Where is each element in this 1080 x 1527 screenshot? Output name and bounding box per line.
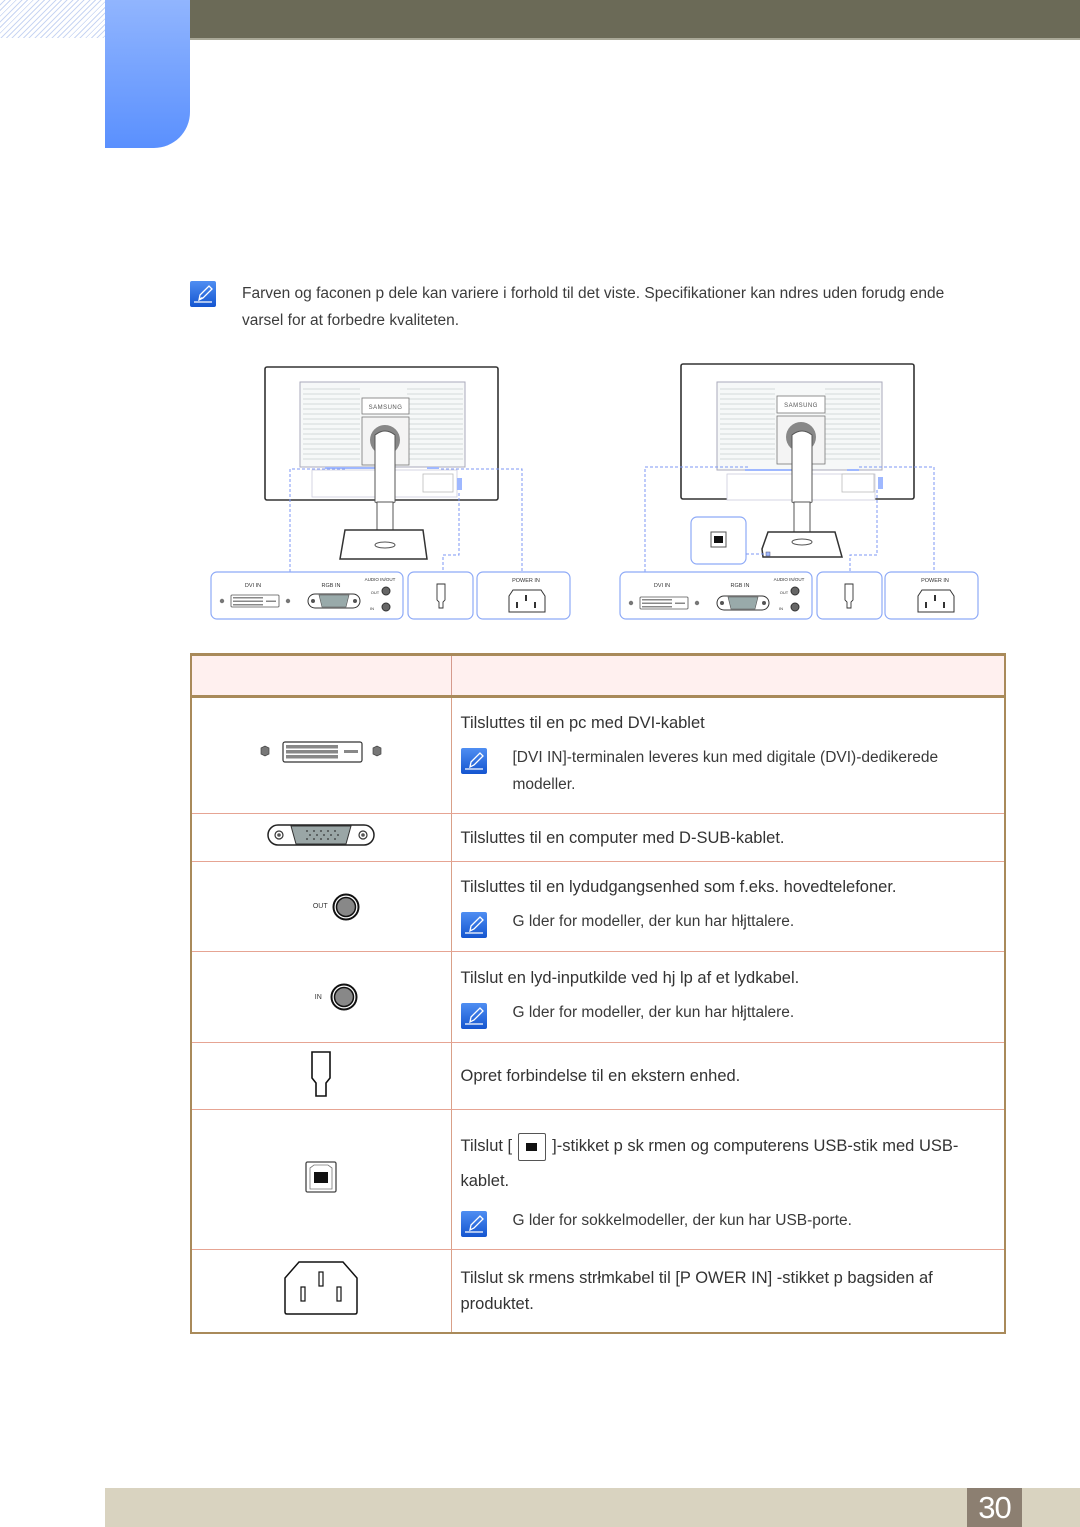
svg-text:OUT: OUT bbox=[780, 590, 789, 595]
table-header-row bbox=[190, 653, 1006, 698]
table-header-description bbox=[451, 653, 1006, 698]
port-cell bbox=[190, 1249, 452, 1334]
audio-in-jack-icon: IN bbox=[315, 983, 358, 1011]
header-hatch-pattern bbox=[0, 0, 105, 38]
table-row: Tilsluttes til en pc med DVI-kablet [DVI… bbox=[190, 696, 1006, 814]
intro-note-text: Farven og faconen p dele kan variere i f… bbox=[242, 285, 945, 329]
svg-text:OUT: OUT bbox=[371, 590, 380, 595]
monitor-stand bbox=[791, 430, 813, 506]
description-cell: Tilslut sk rmens strłmkabel til [P OWER … bbox=[451, 1249, 1006, 1334]
monitor-back-diagram-usb: SAMSUNG DVI IN RGB IN AUDIO IN/OUT OUT I… bbox=[615, 362, 987, 624]
svg-text:IN: IN bbox=[779, 606, 783, 611]
port-description: Tilslut []-stikket p sk rmen og computer… bbox=[461, 1129, 997, 1199]
description-cell: Tilslut en lyd-inputkilde ved hj lp af e… bbox=[451, 951, 1006, 1043]
port-description: Tilslut sk rmens strłmkabel til [P OWER … bbox=[460, 1268, 933, 1313]
port-cell: OUT bbox=[190, 861, 452, 952]
table-row: Tilslut []-stikket p sk rmen og computer… bbox=[190, 1109, 1006, 1250]
chapter-tab bbox=[105, 0, 190, 148]
footer-bar bbox=[105, 1488, 1080, 1527]
port-note-text: [DVI IN]-terminalen leveres kun med digi… bbox=[512, 748, 939, 793]
description-cell: Tilsluttes til en pc med DVI-kablet [DVI… bbox=[451, 696, 1006, 814]
table-row: OUT Tilsluttes til en lydudgangsenhed so… bbox=[190, 861, 1006, 952]
page-number: 30 bbox=[967, 1488, 1022, 1527]
port-description: Tilsluttes til en lydudgangsenhed som f.… bbox=[460, 878, 897, 896]
port-label: IN bbox=[314, 993, 322, 1001]
note-pencil-icon bbox=[460, 1002, 487, 1029]
description-cell: Tilsluttes til en lydudgangsenhed som f.… bbox=[451, 861, 1006, 952]
svg-text:AUDIO IN/OUT: AUDIO IN/OUT bbox=[774, 577, 805, 582]
note-pencil-icon bbox=[190, 281, 216, 307]
description-cell: Opret forbindelse til en ekstern enhed. bbox=[451, 1042, 1006, 1110]
table-row: IN Tilslut en lyd-inputkilde ved hj lp a… bbox=[190, 951, 1006, 1043]
monitor-back-diagram-standard: SAMSUNG DVI IN RGB IN AUDIO IN/OUT OUT I… bbox=[205, 362, 577, 624]
svg-text:AUDIO IN/OUT: AUDIO IN/OUT bbox=[365, 577, 396, 582]
description-cell: Tilsluttes til en computer med D-SUB-kab… bbox=[451, 813, 1006, 862]
port-note: G lder for modeller, der kun har hłjttal… bbox=[460, 999, 997, 1029]
dsub-port-icon bbox=[266, 821, 376, 854]
audio-out-jack-icon: OUT bbox=[313, 893, 360, 921]
port-cell bbox=[190, 1042, 452, 1110]
svg-text:POWER IN: POWER IN bbox=[921, 578, 949, 584]
port-cell bbox=[190, 813, 452, 862]
svg-text:DVI IN: DVI IN bbox=[245, 583, 261, 589]
svg-text:RGB IN: RGB IN bbox=[731, 583, 750, 589]
port-note-text: G lder for modeller, der kun har hłjttal… bbox=[512, 913, 795, 930]
svg-text:POWER IN: POWER IN bbox=[512, 578, 540, 584]
brand-logo: SAMSUNG bbox=[784, 403, 818, 409]
kensington-lock-icon bbox=[310, 1050, 332, 1103]
svg-text:DVI IN: DVI IN bbox=[654, 583, 670, 589]
table-row: Opret forbindelse til en ekstern enhed. bbox=[190, 1042, 1006, 1110]
note-pencil-icon bbox=[460, 1211, 487, 1237]
port-cell: IN bbox=[190, 951, 452, 1043]
svg-text:IN: IN bbox=[370, 606, 374, 611]
brand-logo: SAMSUNG bbox=[369, 405, 403, 411]
port-cell bbox=[190, 696, 452, 814]
port-note: G lder for modeller, der kun har hłjttal… bbox=[460, 908, 997, 938]
usb-b-port-icon bbox=[305, 1161, 337, 1198]
ports-table: Tilsluttes til en pc med DVI-kablet [DVI… bbox=[190, 653, 1006, 1334]
table-row: Tilsluttes til en computer med D-SUB-kab… bbox=[190, 813, 1006, 862]
header-bar bbox=[190, 0, 1080, 40]
port-description: Tilsluttes til en computer med D-SUB-kab… bbox=[460, 828, 785, 847]
port-label: OUT bbox=[312, 903, 328, 910]
description-cell: Tilslut []-stikket p sk rmen og computer… bbox=[451, 1109, 1006, 1250]
port-cell bbox=[190, 1109, 452, 1250]
note-pencil-icon bbox=[460, 912, 487, 938]
port-description: Tilslut en lyd-inputkilde ved hj lp af e… bbox=[460, 968, 800, 987]
note-pencil-icon bbox=[460, 747, 487, 774]
port-note-text: G lder for modeller, der kun har hłjttal… bbox=[512, 1003, 795, 1021]
power-in-socket-icon bbox=[283, 1260, 359, 1321]
port-description: Opret forbindelse til en ekstern enhed. bbox=[460, 1067, 741, 1085]
port-note-text: G lder for sokkelmodeller, der kun har U… bbox=[512, 1212, 852, 1229]
port-description: Tilsluttes til en pc med DVI-kablet bbox=[460, 713, 705, 732]
monitor-stand bbox=[374, 430, 396, 506]
dvi-port-icon bbox=[251, 738, 391, 773]
table-header-port bbox=[190, 653, 452, 698]
table-row: Tilslut sk rmens strłmkabel til [P OWER … bbox=[190, 1249, 1006, 1334]
svg-text:RGB IN: RGB IN bbox=[322, 583, 341, 589]
usb-b-inline-icon bbox=[518, 1132, 547, 1161]
port-note: G lder for sokkelmodeller, der kun har U… bbox=[460, 1207, 997, 1237]
port-note: [DVI IN]-terminalen leveres kun med digi… bbox=[460, 744, 997, 798]
